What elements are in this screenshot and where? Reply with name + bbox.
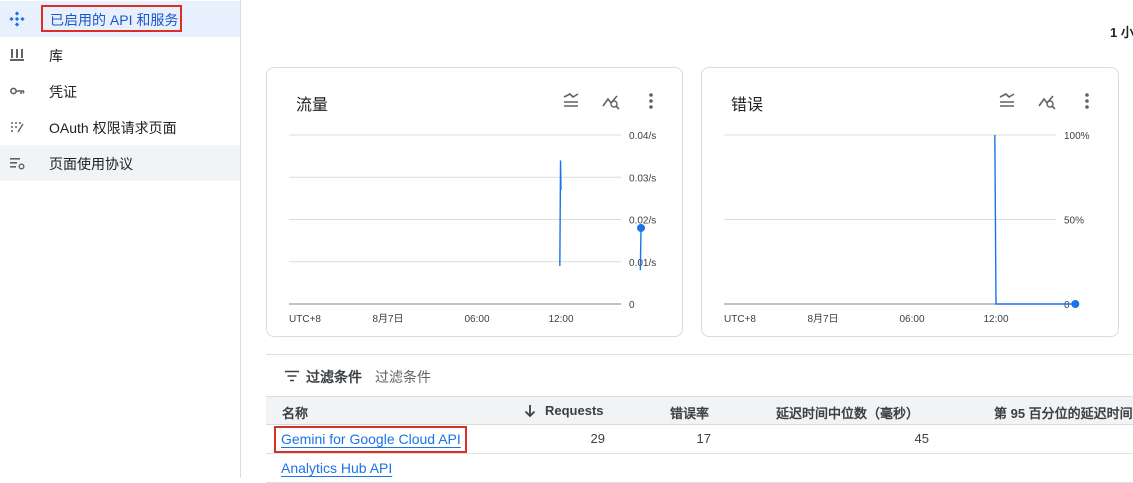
column-header-requests[interactable]: Requests — [545, 403, 604, 418]
y-tick-label: 0.01/s — [629, 258, 656, 269]
sidebar-item-credentials[interactable]: 凭证 — [0, 73, 240, 109]
sidebar-item-oauth[interactable]: OAuth 权限请求页面 — [0, 109, 240, 145]
y-tick-label: 0 — [1064, 300, 1070, 311]
column-header-error-rate[interactable]: 错误率 — [670, 403, 709, 422]
oauth-dots-icon — [11, 122, 24, 133]
x-tick-label: 12:00 — [548, 314, 573, 325]
traffic-card: 流量 0.04/s 0.03/s 0.02/s 0.01/s 0 UTC+8 8月7日 06:… — [266, 67, 683, 337]
series-line — [639, 227, 642, 271]
x-tick-label: 06:00 — [899, 314, 924, 325]
series-endpoint — [637, 223, 646, 232]
latency-median-value: 45 — [914, 431, 929, 446]
filter-bar: 过滤条件 过滤条件 — [266, 354, 1133, 396]
column-header-latency-median[interactable]: 延迟时间中位数（毫秒） — [776, 403, 919, 422]
traffic-chart: 0.04/s0.03/s0.02/s0.01/s0UTC+8 8月7日 06:00 1… — [289, 131, 656, 325]
filter-label[interactable]: 过滤条件 — [306, 367, 362, 387]
library-icon — [10, 49, 24, 61]
y-tick-label: 100% — [1064, 131, 1090, 142]
x-tick-label: 8月7日 — [807, 313, 838, 325]
x-tick-label: 12:00 — [983, 314, 1008, 325]
errors-chart: 100% 50% 0 UTC+8 8月7日 06:00 12:00 — [724, 131, 1090, 325]
requests-value: 29 — [590, 431, 605, 446]
highlight-box-sidebar — [41, 5, 182, 32]
x-tick-label: 06:00 — [464, 314, 489, 325]
series-endpoint — [1071, 300, 1080, 308]
api-name-link[interactable]: Analytics Hub API — [281, 460, 392, 476]
sidebar-item-label: 库 — [49, 48, 63, 64]
sidebar-item-label: 凭证 — [49, 84, 77, 100]
y-tick-label: 0.03/s — [629, 173, 656, 184]
sidebar-nav: 已启用的 API 和服务 库 凭证 OAuth 权限请求页面 页面使用协议 — [0, 0, 241, 478]
arrow-down-icon[interactable] — [523, 404, 537, 418]
table-row: Analytics Hub API — [266, 454, 1133, 483]
highlight-box-row — [274, 426, 467, 453]
sidebar-item-label: OAuth 权限请求页面 — [49, 120, 177, 136]
sidebar-item-terms[interactable]: 页面使用协议 — [0, 145, 240, 181]
errors-card: 错误 100% 50% 0 UTC+8 8月7日 06:00 12:00 — [701, 67, 1119, 337]
y-tick-label: 50% — [1064, 216, 1084, 227]
table-header: 名称 Requests 错误率 延迟时间中位数（毫秒） 第 95 百分位的延迟时… — [266, 396, 1133, 425]
sidebar-item-label: 页面使用协议 — [49, 156, 133, 172]
filter-icon[interactable] — [285, 370, 299, 382]
settings-list-icon — [10, 158, 25, 170]
y-tick-label: 0 — [629, 300, 635, 311]
key-icon — [10, 87, 25, 95]
x-tick-label: UTC+8 — [724, 314, 756, 325]
x-tick-label: UTC+8 — [289, 314, 321, 325]
filter-input[interactable]: 过滤条件 — [375, 367, 431, 387]
x-tick-label: 8月7日 — [372, 313, 403, 325]
error-rate-value: 17 — [696, 431, 711, 446]
column-header-latency-p95[interactable]: 第 95 百分位的延迟时间 — [994, 403, 1133, 422]
sidebar-item-library[interactable]: 库 — [0, 37, 240, 73]
api-diamond-icon — [9, 11, 25, 27]
y-tick-label: 0.04/s — [629, 131, 656, 142]
column-header-name[interactable]: 名称 — [282, 403, 308, 422]
series-line — [559, 160, 562, 266]
time-range-selector[interactable]: 1 小 — [1110, 22, 1133, 41]
